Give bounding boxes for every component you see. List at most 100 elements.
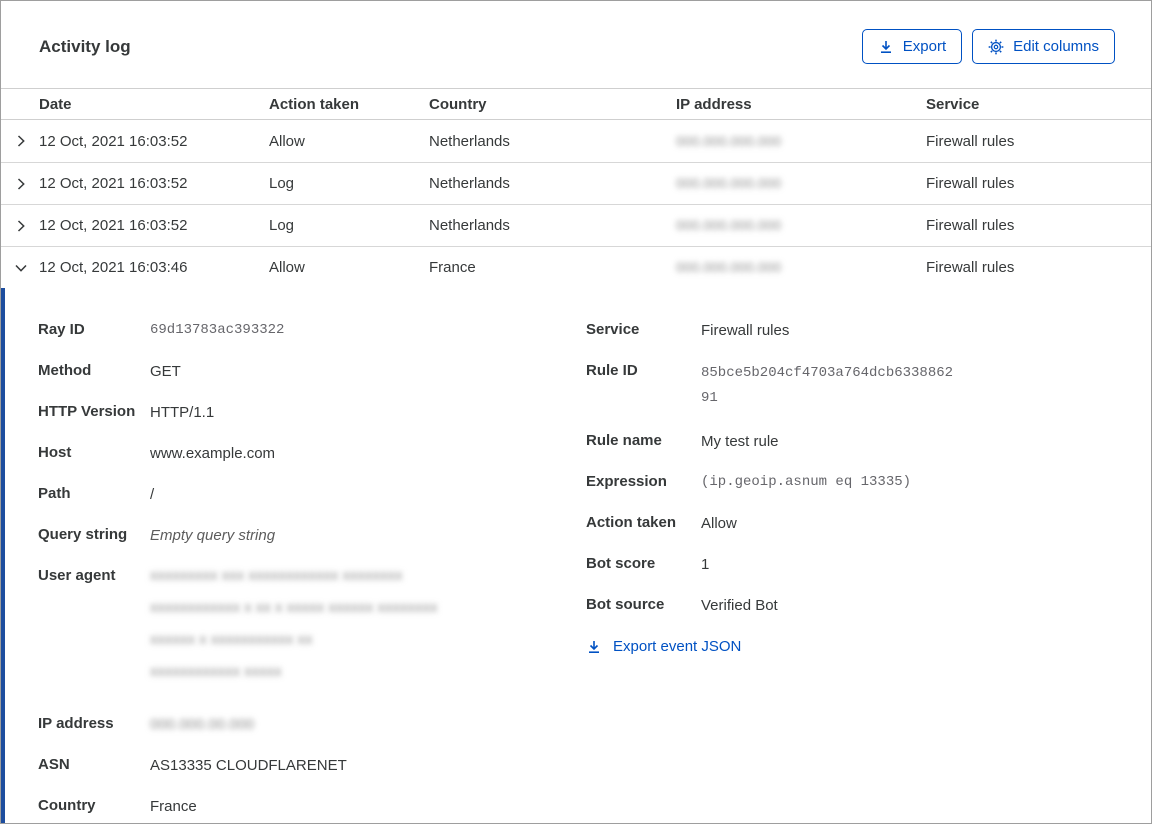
detail-value: 69d13783ac393322 (150, 322, 285, 339)
detail-row: User agent xxxxxxxxx xxx xxxxxxxxxxxx xx… (38, 566, 586, 694)
table-header-row: Date Action taken Country IP address Ser… (1, 88, 1151, 121)
detail-label: Bot score (586, 555, 656, 573)
gear-icon (988, 39, 1004, 55)
detail-label: User agent (38, 567, 116, 585)
detail-label: HTTP Version (38, 403, 136, 421)
row-ip-address: 000.000.000.000 (676, 175, 782, 192)
row-service: Firewall rules (926, 175, 1015, 193)
detail-row: Host www.example.com (38, 443, 586, 464)
row-expand-cell[interactable] (1, 218, 39, 234)
table-row[interactable]: 12 Oct, 2021 16:03:52 Log Netherlands 00… (1, 162, 1151, 205)
detail-value: Empty query string (150, 527, 276, 545)
detail-value: Verified Bot (701, 597, 778, 615)
row-date: 12 Oct, 2021 16:03:52 (39, 217, 188, 235)
detail-value: xxxxxxxxx xxx xxxxxxxxxxxx xxxxxxxx xxxxx… (150, 567, 438, 681)
detail-value: Allow (701, 515, 737, 533)
chevron-right-icon[interactable] (13, 218, 29, 234)
detail-row: Path / (38, 484, 586, 505)
detail-row: IP address 000.000.00.000 (38, 714, 586, 735)
export-event-json-link[interactable]: Export event JSON (586, 638, 741, 655)
details-left-column: Ray ID 69d13783ac393322 Method GET HTTP … (38, 320, 586, 823)
export-button[interactable]: Export (861, 29, 963, 64)
column-header-service: Service (926, 95, 980, 113)
export-button-label: Export (902, 38, 947, 55)
row-country: France (429, 259, 476, 277)
detail-label: Host (38, 444, 72, 462)
column-header-country: Country (429, 95, 487, 113)
row-date: 12 Oct, 2021 16:03:52 (39, 132, 188, 150)
detail-row: Method GET (38, 361, 586, 382)
detail-label: Path (38, 485, 71, 503)
chevron-down-icon[interactable] (13, 260, 29, 276)
detail-row: Query string Empty query string (38, 525, 586, 546)
detail-row: Rule name My test rule (586, 431, 1115, 452)
detail-value: 1 (701, 556, 710, 574)
detail-label: Ray ID (38, 321, 85, 339)
detail-value: GET (150, 363, 181, 381)
detail-row: Action taken Allow (586, 513, 1115, 534)
header-bar: Activity log Export Edit columns (1, 1, 1151, 88)
row-country: Netherlands (429, 132, 510, 150)
detail-value: My test rule (701, 433, 779, 451)
table-row[interactable]: 12 Oct, 2021 16:03:52 Log Netherlands 00… (1, 204, 1151, 247)
row-country: Netherlands (429, 217, 510, 235)
row-ip-address: 000.000.000.000 (676, 132, 782, 149)
detail-value: www.example.com (150, 445, 276, 463)
detail-row: Service Firewall rules (586, 320, 1115, 341)
row-date: 12 Oct, 2021 16:03:52 (39, 175, 188, 193)
row-ip-address: 000.000.000.000 (676, 217, 782, 234)
activity-log-panel: Activity log Export Edit columns Date Ac… (0, 0, 1152, 824)
edit-columns-button[interactable]: Edit columns (972, 29, 1115, 64)
detail-row: Bot score 1 (586, 554, 1115, 575)
row-date: 12 Oct, 2021 16:03:46 (39, 259, 188, 277)
detail-label: ASN (38, 756, 70, 774)
detail-label: Bot source (586, 596, 665, 614)
detail-value: 000.000.00.000 (150, 716, 255, 734)
detail-label: Rule ID (586, 362, 638, 380)
export-event-json-label: Export event JSON (613, 638, 742, 656)
table-row[interactable]: 12 Oct, 2021 16:03:52 Allow Netherlands … (1, 120, 1151, 163)
row-expand-cell[interactable] (1, 133, 39, 149)
chevron-right-icon[interactable] (13, 133, 29, 149)
row-service: Firewall rules (926, 132, 1015, 150)
row-action-taken: Allow (269, 259, 305, 277)
event-details-panel: Ray ID 69d13783ac393322 Method GET HTTP … (1, 288, 1151, 823)
row-action-taken: Log (269, 175, 295, 193)
detail-label: Country (38, 797, 96, 815)
detail-row: HTTP Version HTTP/1.1 (38, 402, 586, 423)
download-icon (878, 39, 894, 55)
table-body: 12 Oct, 2021 16:03:52 Allow Netherlands … (1, 120, 1151, 289)
header-actions: Export Edit columns (861, 29, 1115, 64)
detail-row: Expression (ip.geoip.asnum eq 13335) (586, 472, 1115, 493)
detail-label: Rule name (586, 432, 662, 450)
row-country: Netherlands (429, 175, 510, 193)
detail-row: Rule ID 85bce5b204cf4703a764dcb633886291 (586, 361, 1115, 411)
row-action-taken: Allow (269, 132, 305, 150)
detail-row: Bot source Verified Bot (586, 595, 1115, 616)
detail-label: Action taken (586, 514, 677, 532)
row-service: Firewall rules (926, 259, 1015, 277)
details-right-column: Service Firewall rules Rule ID 85bce5b20… (586, 320, 1115, 823)
detail-label: Service (586, 321, 640, 339)
detail-row: ASN AS13335 CLOUDFLARENET (38, 755, 586, 776)
detail-value: Firewall rules (701, 322, 790, 340)
chevron-right-icon[interactable] (13, 176, 29, 192)
detail-value: / (150, 486, 155, 504)
detail-value: HTTP/1.1 (150, 404, 215, 422)
detail-row: Ray ID 69d13783ac393322 (38, 320, 586, 341)
detail-value: AS13335 CLOUDFLARENET (150, 757, 347, 775)
table-row[interactable]: 12 Oct, 2021 16:03:46 Allow France 000.0… (1, 246, 1151, 289)
row-expand-cell[interactable] (1, 176, 39, 192)
download-icon (586, 639, 602, 655)
detail-value: 85bce5b204cf4703a764dcb633886291 (701, 365, 954, 407)
detail-label: IP address (38, 715, 114, 733)
column-header-action-taken: Action taken (269, 95, 360, 113)
edit-columns-button-label: Edit columns (1013, 38, 1099, 55)
detail-row: Country France (38, 796, 586, 817)
detail-label: Query string (38, 526, 128, 544)
row-service: Firewall rules (926, 217, 1015, 235)
row-expand-cell[interactable] (1, 260, 39, 276)
page-title: Activity log (39, 36, 131, 56)
detail-value: (ip.geoip.asnum eq 13335) (701, 474, 912, 491)
detail-label: Method (38, 362, 92, 380)
